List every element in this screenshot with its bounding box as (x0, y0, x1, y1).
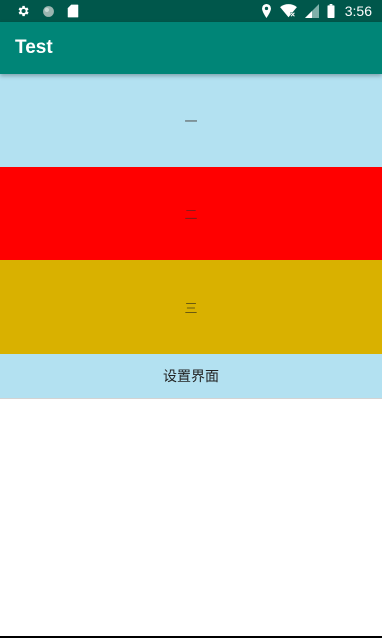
panel-three-label: 三 (184, 301, 198, 317)
panel-two-label: 二 (184, 208, 198, 223)
app-screen: 3:56 Test 一 二 三 设置界面 (0, 0, 382, 638)
panel-two[interactable]: 二 (0, 167, 382, 260)
status-time: 3:56 (344, 3, 372, 19)
panel-three[interactable]: 三 (0, 260, 382, 354)
panel-one[interactable]: 一 (0, 74, 382, 167)
battery-icon (327, 4, 335, 18)
panel-one-label: 一 (184, 115, 198, 130)
settings-gear-icon (16, 4, 30, 18)
settings-tab-label: 设置界面 (163, 369, 219, 385)
app-bar: Test (0, 22, 382, 74)
wifi-x-icon (279, 4, 297, 18)
status-bar-right: 3:56 (261, 3, 372, 19)
sd-card-icon (67, 4, 79, 18)
app-title: Test (15, 37, 53, 58)
settings-tab[interactable]: 设置界面 (0, 354, 382, 399)
location-pin-icon (261, 4, 272, 18)
status-bar-left (16, 4, 79, 18)
circle-notification-icon (42, 5, 55, 18)
cell-signal-icon (304, 4, 319, 18)
status-bar: 3:56 (0, 0, 382, 22)
